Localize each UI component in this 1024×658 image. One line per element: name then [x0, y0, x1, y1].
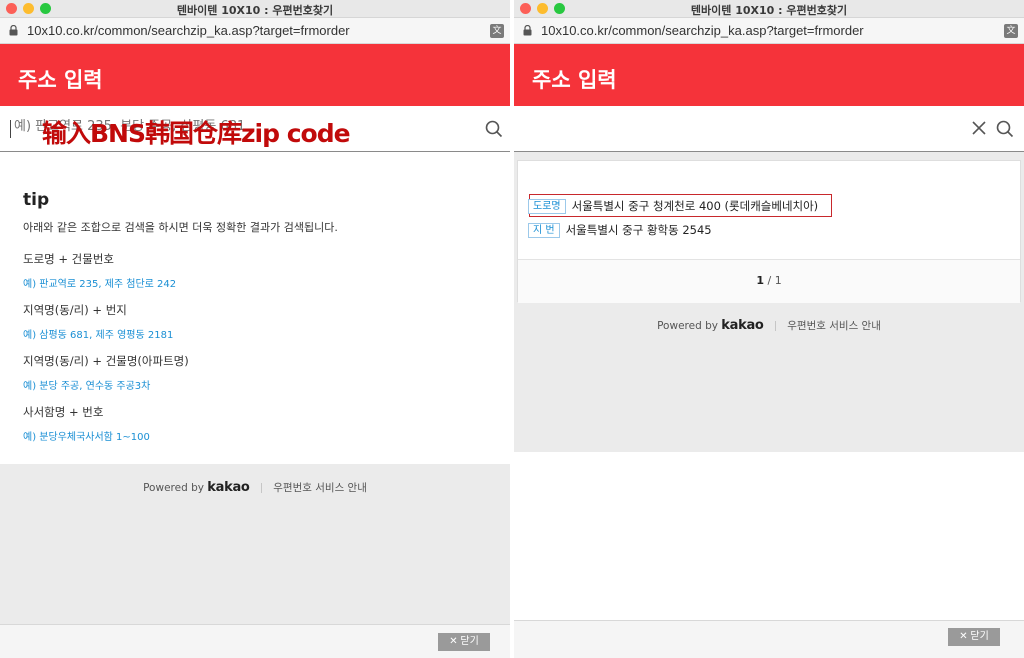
clear-icon[interactable]: [971, 120, 987, 136]
annotation-overlay-text: 输入BNS韩国仓库zip code: [42, 119, 351, 148]
road-address-text[interactable]: 서울특별시 중구 청계천로 400 (롯데캐슬베네치아): [572, 198, 819, 214]
window-footer: ✕ 닫기: [0, 624, 510, 658]
page-header: 주소 입력: [0, 44, 510, 106]
address-search-bar: [514, 106, 1024, 152]
url-text: 10x10.co.kr/common/searchzip_ka.asp?targ…: [27, 23, 350, 38]
translate-icon[interactable]: 文: [1004, 24, 1018, 38]
tip-title: tip: [23, 190, 50, 210]
result-row-lot-address[interactable]: 지 번 서울특별시 중구 황학동 2545: [528, 222, 712, 238]
url-text: 10x10.co.kr/common/searchzip_ka.asp?targ…: [541, 23, 864, 38]
window-footer: ✕ 닫기: [514, 620, 1024, 658]
tip-heading-lot-number: 지역명(동/리) + 번지: [23, 303, 127, 317]
page-total: 1: [774, 274, 782, 287]
address-search-input[interactable]: [528, 119, 828, 134]
tip-heading-building-name: 지역명(동/리) + 건물명(아파트명): [23, 354, 189, 368]
tip-example-po-box: 예) 분당우체국사서함 1~100: [23, 432, 150, 443]
postcode-window-right: 텐바이텐 10X10 : 우편번호찾기 10x10.co.kr/common/s…: [514, 0, 1024, 658]
postcode-service-guide-link[interactable]: 우편번호 서비스 안내: [273, 482, 367, 494]
tip-example-road-name: 예) 판교역로 235, 제주 첨단로 242: [23, 279, 177, 290]
screenshot-composite: 텐바이텐 10X10 : 우편번호찾기 10x10.co.kr/common/s…: [0, 0, 1024, 658]
tip-heading-po-box: 사서함명 + 번호: [23, 405, 104, 419]
window-titlebar: 텐바이텐 10X10 : 우편번호찾기: [514, 0, 1024, 18]
pagination: 1 / 1: [518, 259, 1020, 303]
search-icon[interactable]: [996, 120, 1014, 138]
kakao-logo[interactable]: kakao: [721, 318, 764, 333]
address-bar[interactable]: 10x10.co.kr/common/searchzip_ka.asp?targ…: [0, 18, 510, 44]
divider: [774, 321, 776, 331]
lot-address-text[interactable]: 서울특별시 중구 황학동 2545: [566, 222, 712, 238]
tip-example-lot-number: 예) 삼평동 681, 제주 영평동 2181: [23, 330, 174, 341]
lock-icon: [9, 25, 18, 36]
window-title: 텐바이텐 10X10 : 우편번호찾기: [176, 4, 334, 17]
page-header: 주소 입력: [514, 44, 1024, 106]
tip-example-building-name: 예) 분당 주공, 연수동 주공3차: [23, 381, 151, 392]
tip-heading-road-name: 도로명 + 건물번호: [23, 252, 115, 266]
page-separator: /: [767, 274, 772, 287]
page-title: 주소 입력: [18, 68, 103, 92]
search-icon[interactable]: [485, 120, 503, 138]
search-results-panel: 도로명 서울특별시 중구 청계천로 400 (롯데캐슬베네치아) 지 번 서울특…: [517, 160, 1021, 303]
translate-icon[interactable]: 文: [490, 24, 504, 38]
address-search-bar: 输入BNS韩国仓库zip code: [0, 106, 510, 152]
postcode-window-left: 텐바이텐 10X10 : 우편번호찾기 10x10.co.kr/common/s…: [0, 0, 510, 658]
close-x-icon: ✕: [959, 631, 968, 642]
postcode-service-guide-link[interactable]: 우편번호 서비스 안내: [787, 320, 881, 332]
page-title: 주소 입력: [532, 68, 617, 92]
close-button[interactable]: ✕ 닫기: [438, 633, 490, 651]
search-tip-panel: tip 아래와 같은 조합으로 검색을 하시면 더욱 정확한 결과가 검색됩니다…: [0, 152, 510, 464]
tip-description: 아래와 같은 조합으로 검색을 하시면 더욱 정확한 결과가 검색됩니다.: [23, 221, 338, 234]
page-current[interactable]: 1: [756, 274, 764, 287]
road-address-badge: 도로명: [528, 198, 566, 214]
address-bar[interactable]: 10x10.co.kr/common/searchzip_ka.asp?targ…: [514, 18, 1024, 44]
close-x-icon: ✕: [449, 636, 458, 647]
close-button[interactable]: ✕ 닫기: [948, 628, 1000, 646]
powered-prefix: Powered by: [657, 320, 718, 332]
kakao-logo[interactable]: kakao: [207, 480, 250, 495]
lock-icon: [523, 25, 532, 36]
close-button-label: 닫기: [460, 636, 479, 647]
powered-prefix: Powered by: [143, 482, 204, 494]
text-caret: [10, 120, 11, 138]
window-titlebar: 텐바이텐 10X10 : 우편번호찾기: [0, 0, 510, 18]
powered-by-kakao: Powered by kakao 우편번호 서비스 안내: [0, 464, 510, 504]
powered-by-kakao: Powered by kakao 우편번호 서비스 안내: [514, 302, 1024, 342]
divider: [260, 483, 262, 493]
result-row-road-address[interactable]: 도로명 서울특별시 중구 청계천로 400 (롯데캐슬베네치아): [528, 198, 818, 214]
close-button-label: 닫기: [970, 631, 989, 642]
window-title: 텐바이텐 10X10 : 우편번호찾기: [690, 4, 848, 17]
lot-address-badge: 지 번: [528, 222, 560, 238]
